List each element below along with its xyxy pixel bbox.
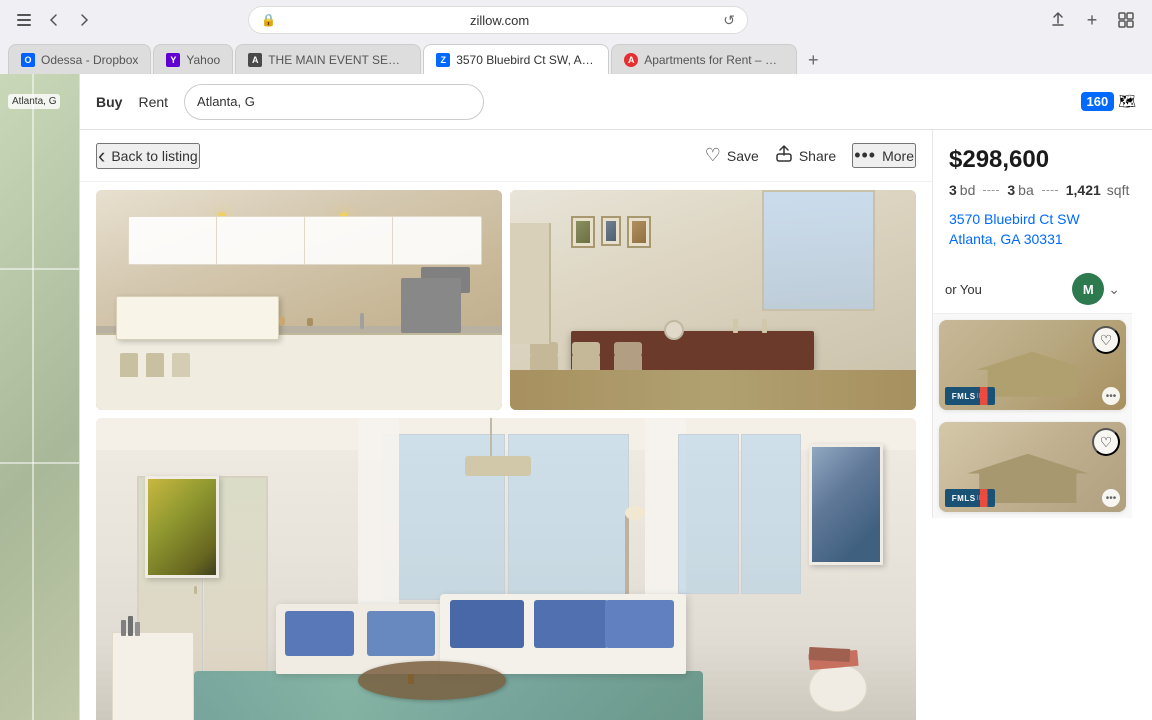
listing-2-more-dots[interactable]: ••• [1102,489,1120,507]
listing-card-1[interactable]: ♡ FMLS IDX ••• [939,320,1126,410]
right-listings-panel: or You M ⌄ [932,265,1132,518]
tab-odessa[interactable]: O Odessa - Dropbox [8,44,151,74]
main-content-area: Buy Rent 160 🗺 ‹ Back to listing [80,74,1152,720]
buy-nav-link[interactable]: Buy [96,94,122,110]
for-you-label: or You [945,282,982,297]
listing-card-2[interactable]: ♡ FMLS IDX ••• [939,422,1126,512]
browser-action-buttons: + [1044,6,1140,34]
tab-yahoo-label: Yahoo [186,53,220,67]
property-info-panel: $298,600 3 bd 3 ba 1,421 [932,130,1152,265]
browser-chrome: 🔒 zillow.com ↺ + O Odessa - Dropbox Y Ya… [0,0,1152,74]
detail-separator-1 [983,190,999,191]
add-tab-button[interactable]: + [799,46,827,74]
back-to-listing-button[interactable]: ‹ Back to listing [96,143,200,169]
photos-grid [80,182,932,720]
beds-detail: 3 bd [949,182,975,198]
count-label: 160 [1081,92,1115,111]
nav-right-controls: 160 🗺 [1081,92,1136,111]
share-label: Share [799,148,836,164]
kitchen-photo[interactable] [96,190,502,410]
share-page-button[interactable] [1044,6,1072,34]
tab-apartments-label: Apartments for Rent – Nationwide Apart..… [644,53,784,67]
share-icon [775,144,793,167]
map-view-icon: 🗺 [1118,93,1136,110]
tab-main-event-label: THE MAIN EVENT SEQUIN CORSET MAX... [268,53,408,67]
back-to-listing-label: Back to listing [111,148,197,164]
save-button[interactable]: ♡ Save [705,145,759,166]
reload-icon: ↺ [723,12,735,29]
address-line-1: 3570 Bluebird Ct SW [949,210,1136,230]
forward-navigation-button[interactable] [72,8,96,32]
beds-count: 3 [949,182,957,198]
detail-separator-2 [1042,190,1058,191]
browser-titlebar: 🔒 zillow.com ↺ + [0,0,1152,40]
photos-top-row [96,190,916,410]
property-details: 3 bd 3 ba 1,421 sqft [949,182,1136,198]
address-line-2: Atlanta, GA 30331 [949,230,1136,250]
tab-main-event[interactable]: A THE MAIN EVENT SEQUIN CORSET MAX... [235,44,421,74]
browser-window-controls [12,8,96,32]
listing-2-save-button[interactable]: ♡ [1092,428,1120,456]
back-arrow-icon: ‹ [98,145,105,167]
sqft-count: 1,421 [1066,182,1101,198]
for-you-text: or You [945,282,982,297]
property-price: $298,600 [949,146,1136,174]
rent-nav-link[interactable]: Rent [138,94,168,110]
tab-overview-button[interactable] [1112,6,1140,34]
tabs-bar: O Odessa - Dropbox Y Yahoo A THE MAIN EV… [0,40,1152,74]
back-to-listing-bar: ‹ Back to listing ♡ Save Share [80,130,932,182]
address-bar[interactable]: 🔒 zillow.com ↺ [248,6,748,34]
mls-logo-1: FMLS IDX [945,387,995,405]
back-navigation-button[interactable] [42,8,66,32]
share-button[interactable]: Share [775,144,836,167]
more-button[interactable]: ••• More [852,143,916,168]
user-avatar[interactable]: M [1072,273,1104,305]
listing-1-save-button[interactable]: ♡ [1092,326,1120,354]
heart-icon: ♡ [705,145,721,166]
save-label: Save [727,148,759,164]
for-you-controls: M ⌄ [1072,273,1120,305]
tab-yahoo[interactable]: Y Yahoo [153,44,233,74]
sqft-detail: 1,421 sqft [1066,182,1130,198]
right-column: $298,600 3 bd 3 ba 1,421 [932,130,1152,720]
new-tab-button[interactable]: + [1078,6,1106,34]
listing-1-mls-bar: FMLS IDX ••• [939,382,1126,410]
page-wrapper: Atlanta, G Buy Rent 160 🗺 ‹ [0,74,1152,720]
baths-count: 3 [1007,182,1015,198]
baths-detail: 3 ba [1007,182,1033,198]
tab-odessa-label: Odessa - Dropbox [41,53,138,67]
tab-zillow-listing[interactable]: Z 3570 Bluebird Ct SW, Atlanta, GA 30331… [423,44,609,74]
top-navigation: Buy Rent 160 🗺 [80,74,1152,130]
address-text: zillow.com [282,13,717,28]
mls-logo-2: FMLS IDX [945,489,995,507]
photo-action-buttons: ♡ Save Share ••• More [705,143,916,168]
for-you-section: or You M ⌄ [933,265,1132,314]
listing-2-mls-bar: FMLS IDX ••• [939,484,1126,512]
avatar-initials: M [1083,282,1094,297]
listing-count-badge: 160 🗺 [1081,92,1136,111]
tab-apartments[interactable]: A Apartments for Rent – Nationwide Apart… [611,44,797,74]
map-sidebar: Atlanta, G [0,74,80,720]
sqft-label: sqft [1107,182,1130,198]
lock-icon: 🔒 [261,13,276,27]
more-dots-icon: ••• [854,145,876,166]
location-search-input[interactable] [184,84,484,120]
photo-panel: ‹ Back to listing ♡ Save Share [80,130,932,720]
content-area: ‹ Back to listing ♡ Save Share [80,130,1152,720]
property-address-link[interactable]: 3570 Bluebird Ct SW Atlanta, GA 30331 [949,210,1136,249]
dining-photo[interactable] [510,190,916,410]
sidebar-toggle-button[interactable] [12,8,36,32]
living-room-photo[interactable] [96,418,916,720]
chevron-down-icon[interactable]: ⌄ [1108,281,1120,298]
listing-1-more-dots[interactable]: ••• [1102,387,1120,405]
beds-label: bd [960,182,976,198]
tab-zillow-listing-label: 3570 Bluebird Ct SW, Atlanta, GA 30331 |… [456,53,596,67]
more-label: More [882,148,914,164]
baths-label: ba [1018,182,1034,198]
